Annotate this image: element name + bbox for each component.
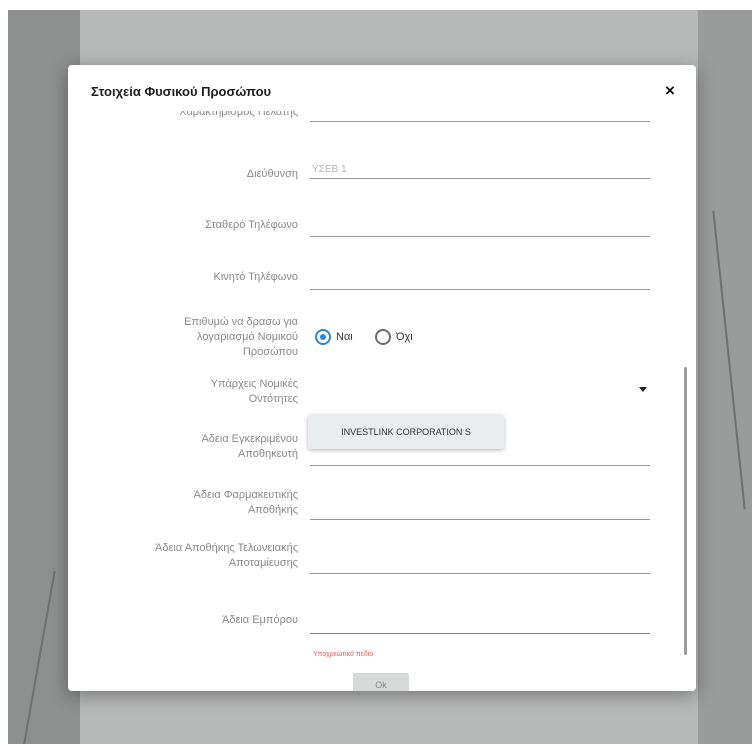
dialog-header: Στοιχεία Φυσικού Προσώπου ×	[68, 65, 696, 117]
act-for-company-label: Επιθυμώ να δρασω για λογαριασμό Νομικού …	[184, 316, 298, 358]
required-field-error: Υποχρεωτικό πεδίο	[313, 651, 374, 658]
landline-label: Σταθερό Τηλέφωνο	[205, 219, 298, 231]
trader-license-label: Άδεια Εμπόρου	[221, 614, 298, 626]
no-radio[interactable]	[375, 329, 391, 345]
mobile-label: Κινητό Τηλέφωνο	[213, 271, 299, 283]
yes-radio[interactable]	[315, 329, 331, 345]
ok-button[interactable]: Ok	[353, 673, 409, 691]
landline-input[interactable]	[310, 214, 650, 237]
warehouse-license-label: Άδεια Εγκεκριμένου Αποθηκευτή	[201, 433, 298, 460]
close-icon[interactable]: ×	[661, 82, 679, 100]
partial-field-input[interactable]	[310, 111, 650, 122]
dialog-body: Χαρακτηρισμός Πελάτης Διεύθυνση ΥΣΕΒ 1 Σ…	[68, 111, 696, 691]
address-input[interactable]: ΥΣΕΒ 1	[310, 156, 650, 179]
trader-license-input[interactable]	[310, 611, 650, 634]
customs-license-label: Άδεια Αποθήκης Τελωνειακής Αποταμίευσης	[155, 542, 298, 569]
mobile-input[interactable]	[310, 267, 650, 290]
address-label: Διεύθυνση	[246, 168, 298, 180]
chevron-down-icon[interactable]	[639, 387, 647, 392]
entities-select[interactable]	[310, 377, 650, 399]
background-strip	[698, 10, 752, 744]
background-line	[22, 571, 56, 744]
scrollbar-thumb[interactable]	[684, 367, 687, 655]
customs-license-input[interactable]	[310, 551, 650, 574]
address-value: ΥΣΕΒ 1	[312, 164, 347, 175]
warehouse-license-input[interactable]	[310, 443, 650, 466]
partial-field-label: Χαρακτηρισμός Πελάτης	[179, 111, 298, 118]
pharma-license-input[interactable]	[310, 497, 650, 520]
no-radio-label: Όχι	[396, 331, 413, 343]
entities-label: Υπάρχεις Νομικές Οντότητες	[210, 378, 298, 405]
pharma-license-label: Άδεια Φαρμακευτικής Αποθήκης	[193, 489, 298, 516]
yes-radio-label: Ναι	[336, 331, 353, 343]
person-details-dialog: Στοιχεία Φυσικού Προσώπου × Χαρακτηρισμό…	[68, 65, 696, 691]
dialog-title: Στοιχεία Φυσικού Προσώπου	[91, 84, 272, 99]
